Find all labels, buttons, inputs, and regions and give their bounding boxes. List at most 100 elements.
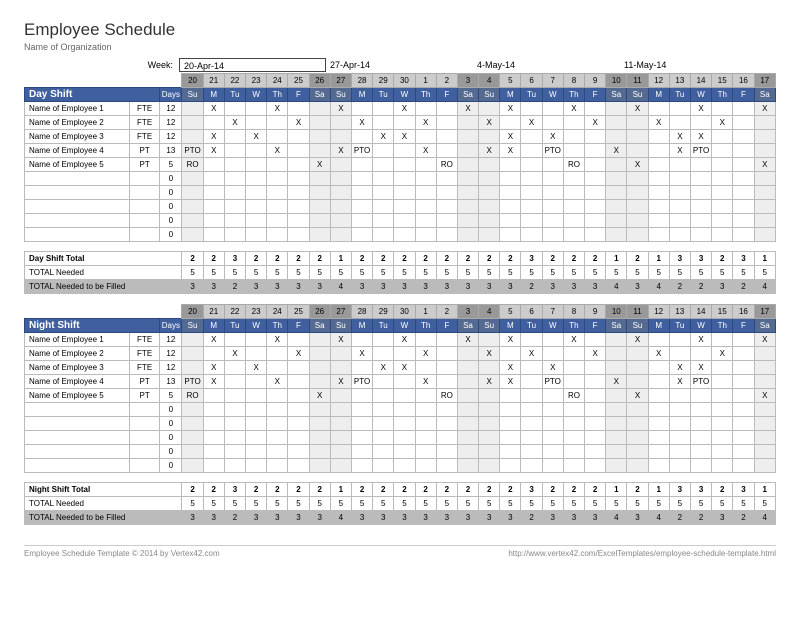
schedule-cell[interactable] xyxy=(627,228,648,242)
schedule-cell[interactable] xyxy=(627,186,648,200)
schedule-cell[interactable] xyxy=(267,116,288,130)
employee-name[interactable]: Name of Employee 2 xyxy=(25,347,130,361)
schedule-cell[interactable] xyxy=(415,186,436,200)
schedule-cell[interactable]: X xyxy=(373,361,394,375)
schedule-cell[interactable]: X xyxy=(690,102,711,116)
schedule-cell[interactable] xyxy=(521,403,542,417)
schedule-cell[interactable] xyxy=(457,459,478,473)
employee-name[interactable]: Name of Employee 1 xyxy=(25,102,130,116)
schedule-cell[interactable]: X xyxy=(246,130,267,144)
schedule-cell[interactable] xyxy=(627,361,648,375)
schedule-cell[interactable] xyxy=(585,375,606,389)
schedule-cell[interactable] xyxy=(669,389,690,403)
schedule-cell[interactable] xyxy=(521,130,542,144)
schedule-cell[interactable] xyxy=(521,445,542,459)
schedule-cell[interactable] xyxy=(415,130,436,144)
schedule-cell[interactable] xyxy=(288,389,309,403)
schedule-cell[interactable] xyxy=(690,389,711,403)
schedule-cell[interactable] xyxy=(457,158,478,172)
schedule-cell[interactable]: X xyxy=(267,333,288,347)
schedule-cell[interactable] xyxy=(733,375,754,389)
schedule-cell[interactable] xyxy=(246,431,267,445)
schedule-cell[interactable] xyxy=(585,102,606,116)
schedule-cell[interactable]: X xyxy=(415,144,436,158)
schedule-cell[interactable] xyxy=(330,445,351,459)
schedule-cell[interactable] xyxy=(648,172,669,186)
schedule-cell[interactable]: X xyxy=(203,361,224,375)
schedule-cell[interactable] xyxy=(733,389,754,403)
schedule-cell[interactable] xyxy=(182,333,203,347)
schedule-cell[interactable] xyxy=(585,214,606,228)
schedule-cell[interactable] xyxy=(351,333,372,347)
schedule-cell[interactable] xyxy=(457,186,478,200)
total-needed-cell[interactable]: 5 xyxy=(733,266,754,280)
schedule-cell[interactable] xyxy=(415,228,436,242)
schedule-cell[interactable] xyxy=(669,445,690,459)
schedule-cell[interactable]: X xyxy=(457,102,478,116)
schedule-cell[interactable] xyxy=(288,214,309,228)
schedule-cell[interactable] xyxy=(224,200,245,214)
schedule-cell[interactable] xyxy=(309,214,330,228)
schedule-cell[interactable] xyxy=(394,347,415,361)
total-needed-cell[interactable]: 5 xyxy=(203,266,224,280)
empty-name[interactable] xyxy=(25,445,130,459)
schedule-cell[interactable] xyxy=(521,102,542,116)
schedule-cell[interactable] xyxy=(669,333,690,347)
schedule-cell[interactable] xyxy=(373,158,394,172)
schedule-cell[interactable] xyxy=(246,389,267,403)
schedule-cell[interactable] xyxy=(351,361,372,375)
schedule-cell[interactable] xyxy=(203,228,224,242)
schedule-cell[interactable] xyxy=(394,375,415,389)
schedule-cell[interactable] xyxy=(246,333,267,347)
empty-type[interactable] xyxy=(129,431,159,445)
schedule-cell[interactable] xyxy=(351,389,372,403)
schedule-cell[interactable]: X xyxy=(394,130,415,144)
schedule-cell[interactable] xyxy=(373,144,394,158)
schedule-cell[interactable] xyxy=(500,431,521,445)
schedule-cell[interactable]: PTO xyxy=(182,144,203,158)
schedule-cell[interactable] xyxy=(754,130,775,144)
schedule-cell[interactable] xyxy=(648,158,669,172)
schedule-cell[interactable] xyxy=(330,158,351,172)
schedule-cell[interactable] xyxy=(309,403,330,417)
employee-type[interactable]: FTE xyxy=(129,116,159,130)
schedule-cell[interactable]: X xyxy=(690,333,711,347)
schedule-cell[interactable] xyxy=(457,144,478,158)
schedule-cell[interactable]: PTO xyxy=(690,375,711,389)
employee-name[interactable]: Name of Employee 3 xyxy=(25,130,130,144)
schedule-cell[interactable] xyxy=(267,228,288,242)
total-needed-cell[interactable]: 5 xyxy=(309,497,330,511)
schedule-cell[interactable] xyxy=(457,361,478,375)
schedule-cell[interactable] xyxy=(224,214,245,228)
schedule-cell[interactable] xyxy=(330,186,351,200)
total-needed-cell[interactable]: 5 xyxy=(690,266,711,280)
schedule-cell[interactable] xyxy=(394,459,415,473)
schedule-cell[interactable] xyxy=(542,389,563,403)
schedule-cell[interactable] xyxy=(712,102,733,116)
schedule-cell[interactable] xyxy=(712,389,733,403)
schedule-cell[interactable]: RO xyxy=(436,158,457,172)
schedule-cell[interactable] xyxy=(669,102,690,116)
schedule-cell[interactable] xyxy=(606,403,627,417)
schedule-cell[interactable]: X xyxy=(330,333,351,347)
schedule-cell[interactable] xyxy=(373,228,394,242)
schedule-cell[interactable] xyxy=(563,417,584,431)
schedule-cell[interactable] xyxy=(648,375,669,389)
schedule-cell[interactable] xyxy=(690,431,711,445)
total-needed-cell[interactable]: 5 xyxy=(457,497,478,511)
schedule-cell[interactable] xyxy=(648,333,669,347)
empty-type[interactable] xyxy=(129,172,159,186)
schedule-cell[interactable] xyxy=(606,228,627,242)
schedule-cell[interactable] xyxy=(712,158,733,172)
schedule-cell[interactable] xyxy=(542,403,563,417)
schedule-cell[interactable] xyxy=(246,144,267,158)
schedule-cell[interactable] xyxy=(224,403,245,417)
schedule-cell[interactable]: X xyxy=(500,144,521,158)
schedule-cell[interactable] xyxy=(563,361,584,375)
schedule-cell[interactable] xyxy=(246,375,267,389)
schedule-cell[interactable] xyxy=(563,459,584,473)
schedule-cell[interactable] xyxy=(712,228,733,242)
schedule-cell[interactable] xyxy=(394,116,415,130)
schedule-cell[interactable] xyxy=(415,200,436,214)
schedule-cell[interactable] xyxy=(754,417,775,431)
